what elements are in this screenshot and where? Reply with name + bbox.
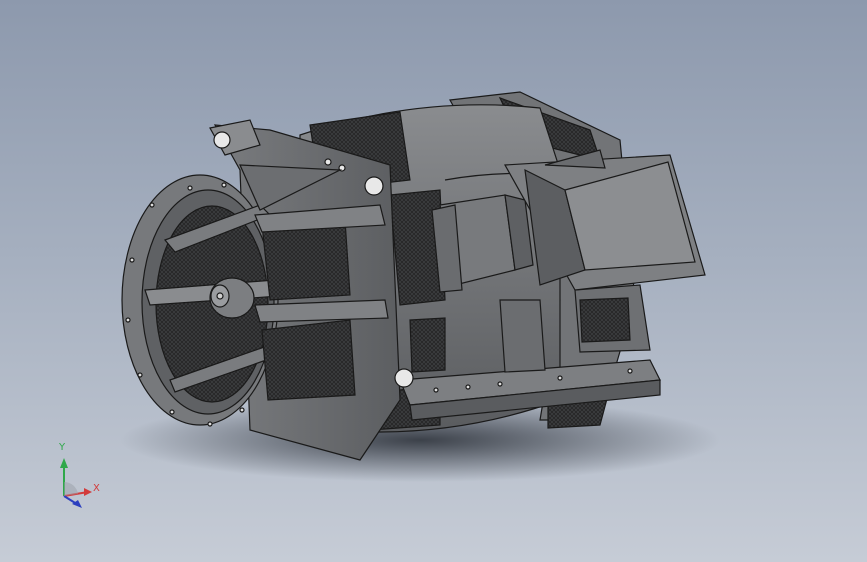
graphics-viewport[interactable]: Y X xyxy=(0,0,867,562)
x-axis-label: X xyxy=(93,483,100,494)
y-axis-label: Y xyxy=(59,442,66,453)
generator-3d-model[interactable] xyxy=(0,0,867,562)
axis-triad-icon xyxy=(60,458,92,508)
shaft-hub xyxy=(209,277,255,319)
